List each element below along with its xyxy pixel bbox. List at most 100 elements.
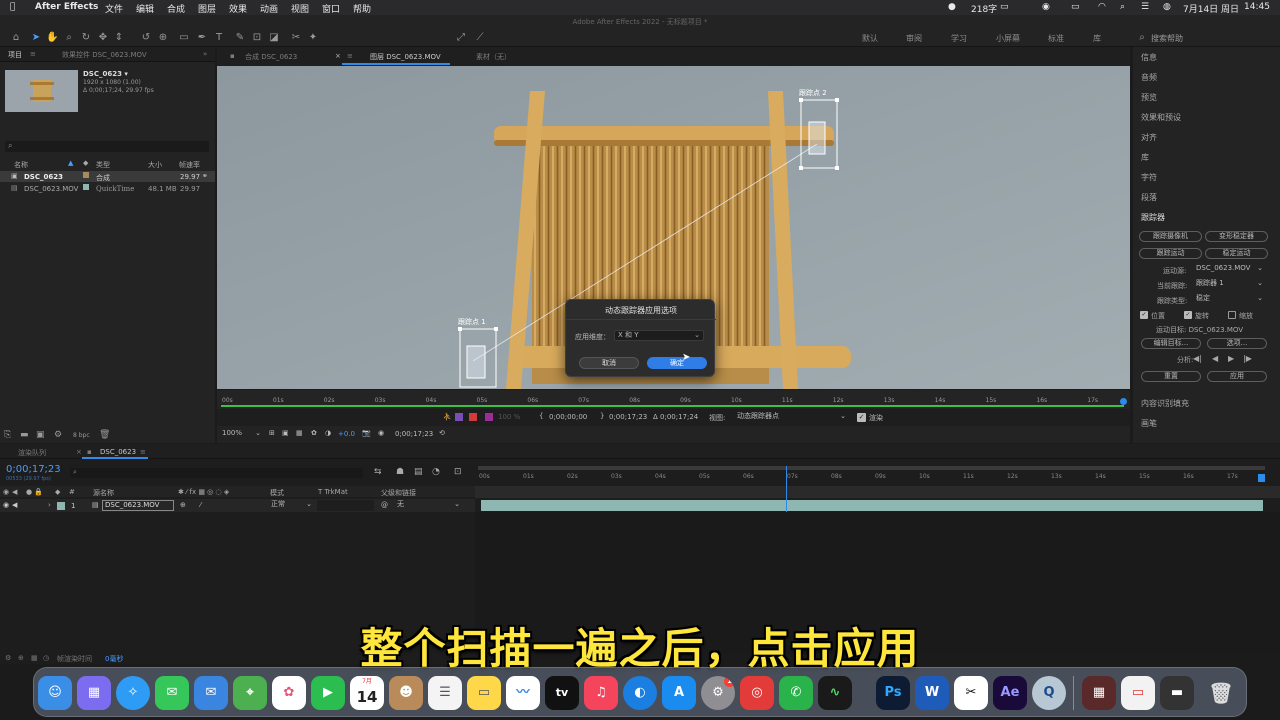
finder-icon[interactable]: ☺ — [38, 676, 72, 710]
messages-icon[interactable]: ✉ — [155, 676, 189, 710]
track-camera-button[interactable]: 跟踪摄像机 — [1139, 231, 1202, 242]
menu-app-name[interactable]: After Effects — [35, 2, 98, 12]
workspace-small-screen[interactable]: 小屏幕 — [996, 33, 1020, 44]
audio-toggle-icon[interactable]: ◀ — [12, 488, 17, 496]
apple-tv-icon[interactable]: tv — [545, 676, 579, 710]
wifi-icon[interactable]: ◠ — [1098, 2, 1106, 12]
col-name-header[interactable]: 名称 — [14, 160, 28, 170]
layer-expand-icon[interactable]: › — [48, 501, 51, 509]
siri-icon[interactable]: ◍ — [1163, 2, 1171, 12]
recent-window-1-icon[interactable]: ▦ — [1082, 676, 1116, 710]
timeline-timecode[interactable]: 0;00;17;23 — [6, 464, 61, 475]
menu-layer[interactable]: 图层 — [198, 2, 216, 15]
collapse-switch-icon[interactable]: ⊕ — [180, 501, 186, 509]
project-row-comp[interactable]: ▣ DSC_0623 合成 29.97 ⚭ — [0, 171, 215, 182]
panel-paragraph[interactable]: 段落 — [1141, 192, 1157, 203]
show-channel-icon[interactable]: ✿ — [311, 429, 317, 437]
graph-editor-icon[interactable]: ⊡ — [454, 467, 462, 477]
options-button[interactable]: 选项... — [1207, 338, 1267, 349]
edit-target-button[interactable]: 编辑目标... — [1141, 338, 1201, 349]
bpc-label[interactable]: 8 bpc — [73, 432, 90, 439]
motion-source-select[interactable]: DSC_0623.MOV ⌄ — [1193, 264, 1265, 275]
view-select[interactable]: 动态跟踪器点 ⌄ — [734, 412, 849, 423]
wechat-icon[interactable]: ✆ — [779, 676, 813, 710]
project-search-input[interactable]: ⌕ — [5, 141, 209, 152]
type-tool-icon[interactable]: T — [213, 32, 225, 44]
tab-render-queue[interactable]: 渲染队列 — [18, 448, 46, 458]
work-area-bar[interactable] — [478, 466, 1265, 470]
sort-asc-icon[interactable]: ▲ — [68, 159, 73, 167]
photos-icon[interactable]: ✿ — [272, 676, 306, 710]
menu-effect[interactable]: 效果 — [229, 2, 247, 15]
label-icon[interactable]: ◆ — [55, 488, 60, 496]
menu-help[interactable]: 帮助 — [353, 2, 371, 15]
in-time[interactable]: 0;00;00;00 — [549, 413, 587, 421]
col-fps-header[interactable]: 帧速率 — [179, 160, 200, 170]
menu-window[interactable]: 窗口 — [322, 2, 340, 15]
switches-icons[interactable]: ✱ ⁄ fx ▦ ◎ ◌ ◈ — [178, 488, 229, 496]
panel-brush[interactable]: 画笔 — [1141, 418, 1157, 429]
layer-video-icon[interactable]: ◉ — [3, 501, 9, 509]
panel-library[interactable]: 库 — [1141, 152, 1149, 163]
ok-button[interactable]: 确定 — [647, 357, 707, 369]
menu-file[interactable]: 文件 — [105, 2, 123, 15]
playhead-icon[interactable] — [1120, 398, 1127, 405]
track-type-select[interactable]: 稳定 ⌄ — [1193, 294, 1265, 305]
zoom-tool-icon[interactable]: ⌕ — [63, 32, 75, 44]
interpret-footage-icon[interactable]: ⎘ — [4, 430, 11, 440]
col-parent[interactable]: 父级和链接 — [381, 488, 416, 498]
col-source-name[interactable]: 源名称 — [93, 488, 114, 498]
exposure-icon[interactable]: ◑ — [325, 429, 331, 437]
in-point-icon[interactable]: { — [539, 412, 543, 420]
warp-stabilizer-button[interactable]: 变形稳定器 — [1205, 231, 1268, 242]
panel-preview[interactable]: 预览 — [1141, 92, 1157, 103]
layer-search-input[interactable]: ⌕ — [70, 468, 363, 478]
stabilize-motion-button[interactable]: 稳定运动 — [1205, 248, 1268, 259]
layer-audio-icon[interactable]: ◀ — [12, 501, 17, 509]
tab-layer[interactable]: 图层 DSC_0623.MOV — [370, 52, 441, 62]
tab-effect-controls[interactable]: 效果控件 DSC_0623.MOV — [62, 50, 147, 60]
layer-row[interactable]: ◉ ◀ › 1 ▤ DSC_0623.MOV ⊕ ⁄ 正常 ⌄ @ 无 ⌄ — [0, 499, 475, 512]
solo-icon[interactable]: ● — [26, 488, 32, 496]
col-number[interactable]: # — [69, 488, 75, 496]
parent-select[interactable]: 无 ⌄ — [394, 500, 462, 511]
battery-icon[interactable]: ▭ — [1071, 2, 1080, 12]
app-store-icon[interactable]: A — [662, 676, 696, 710]
tab-close-icon[interactable]: × — [76, 448, 82, 456]
menu-animation[interactable]: 动画 — [260, 2, 278, 15]
home-icon[interactable]: ⌂ — [10, 32, 22, 44]
puppet-tool-icon[interactable]: ✦ — [307, 32, 319, 44]
apply-button[interactable]: 应用 — [1207, 371, 1267, 382]
photoshop-icon[interactable]: Ps — [876, 676, 910, 710]
tab-composition[interactable]: 合成 DSC_0623 — [245, 52, 297, 62]
word-count[interactable]: 218字 — [971, 2, 997, 15]
pen-tool-icon[interactable]: ✒ — [196, 32, 208, 44]
workspace-standard[interactable]: 标准 — [1048, 33, 1064, 44]
tab-close-icon[interactable]: × — [335, 52, 341, 60]
flowchart-icon[interactable]: ⚭ — [202, 172, 208, 180]
analyze-forward-all-icon[interactable]: |▶ — [1243, 354, 1252, 363]
project-settings-icon[interactable]: ⚙ — [54, 430, 62, 440]
anchor-tool-icon[interactable]: ⊕ — [157, 32, 169, 44]
label-col-icon[interactable]: ◆ — [83, 159, 88, 167]
facetime-icon[interactable]: ▶ — [311, 676, 345, 710]
status-dot-icon[interactable]: ● — [948, 2, 956, 12]
track-motion-button[interactable]: 跟踪运动 — [1139, 248, 1202, 259]
motion-blur-icon[interactable]: ◔ — [432, 467, 440, 477]
tab-lock-icon[interactable]: ▪ — [87, 448, 92, 456]
menu-view[interactable]: 视图 — [291, 2, 309, 15]
reset-button[interactable]: 重置 — [1141, 371, 1201, 382]
cast-icon[interactable]: ▭ — [1000, 2, 1009, 12]
dolly-tool-icon[interactable]: ⇕ — [113, 32, 125, 44]
red-chip[interactable] — [469, 413, 477, 421]
layer-time-ruler[interactable]: 00s 01s 02s 03s 04s 05s 06s 07s 08s 09s 10s 11s 12s 1… — [217, 390, 1130, 409]
new-comp-icon[interactable]: ▣ — [36, 430, 45, 440]
clone-tool-icon[interactable]: ⊡ — [251, 32, 263, 44]
reminders-icon[interactable]: ☰ — [428, 676, 462, 710]
frame-blend-icon[interactable]: ▤ — [414, 467, 423, 477]
magenta-chip[interactable] — [485, 413, 493, 421]
menu-edit[interactable]: 编辑 — [136, 2, 154, 15]
safari-icon[interactable]: ✧ — [116, 676, 150, 710]
quicktime-icon[interactable]: Q — [1032, 676, 1066, 710]
delete-icon[interactable]: 🗑 — [99, 430, 110, 440]
